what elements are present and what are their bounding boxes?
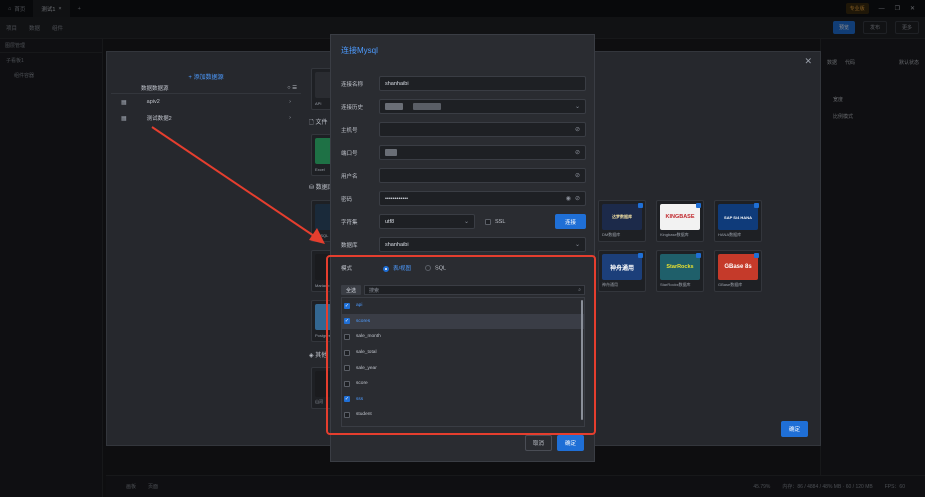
- add-datasource-button[interactable]: + 添加数据源: [111, 72, 301, 82]
- cancel-button[interactable]: 取消: [524, 435, 552, 451]
- annotation-arrow: [151, 126, 325, 244]
- password-value: ••••••••••••: [385, 195, 409, 202]
- field-charset: 字符集 utf8 ⌄ SSL 连接: [341, 214, 586, 229]
- chevron-right-icon: ›: [289, 99, 291, 105]
- host-label: 主机号: [341, 127, 358, 134]
- ssl-checkbox[interactable]: SSL: [485, 218, 506, 225]
- conn-name-input[interactable]: shanhaibi: [379, 76, 586, 91]
- redacted-block: [385, 149, 397, 156]
- search-icon[interactable]: ○ ☰: [287, 85, 297, 91]
- host-input[interactable]: ⊘: [379, 122, 586, 137]
- charset-select[interactable]: utf8 ⌄: [379, 214, 475, 229]
- section-other: ◈ 其他: [309, 353, 328, 359]
- selected-badge: [696, 203, 701, 208]
- field-conn-name: 连接名称 shanhaibi: [341, 76, 586, 91]
- ok-button[interactable]: 确定: [556, 435, 584, 451]
- field-password: 密码 •••••••••••• ◉ ⊘: [341, 191, 586, 206]
- conn-name-label: 连接名称: [341, 81, 364, 88]
- grid-icon: ▦: [121, 99, 127, 106]
- history-select[interactable]: ⌄: [379, 99, 586, 114]
- close-icon[interactable]: ✕: [804, 56, 812, 67]
- connect-button[interactable]: 连接: [554, 214, 586, 229]
- redacted-block: [385, 103, 403, 110]
- database-select[interactable]: shanhaibi ⌄: [379, 237, 586, 252]
- history-label: 连接历史: [341, 104, 364, 111]
- highlight-box: [326, 255, 596, 435]
- password-label: 密码: [341, 196, 353, 203]
- datasource-row[interactable]: ▦ 测试数据2 ›: [111, 110, 301, 126]
- charset-label: 字符集: [341, 219, 358, 226]
- selected-badge: [638, 203, 643, 208]
- dialog-footer: 取消 确定: [524, 435, 584, 451]
- ssl-label: SSL: [495, 218, 506, 225]
- port-input[interactable]: ⊘: [379, 145, 586, 160]
- card-label: Kingbase数据库: [660, 232, 689, 237]
- eye-icon[interactable]: ◉: [566, 195, 571, 202]
- datasource-row-label: 测试数据2: [146, 116, 172, 122]
- redacted-block: [413, 103, 441, 110]
- charset-value: utf8: [385, 218, 395, 225]
- card-label: DM数据库: [602, 232, 621, 237]
- gbase-logo: GBase 8s: [718, 254, 758, 280]
- datasource-header: 数据数据源 ○ ☰: [111, 82, 301, 94]
- selected-badge: [696, 253, 701, 258]
- hana-logo: SAP S/4 HANA: [718, 204, 758, 230]
- database-label: 数据库: [341, 242, 358, 249]
- user-input[interactable]: ⊘: [379, 168, 586, 183]
- card-label: API: [315, 101, 322, 106]
- clear-icon[interactable]: ⊘: [575, 149, 580, 156]
- shenzhou-logo: 神舟通用: [602, 254, 642, 280]
- card-kingbase[interactable]: KINGBASE Kingbase数据库: [656, 200, 704, 242]
- conn-name-value: shanhaibi: [385, 80, 409, 87]
- clear-icon[interactable]: ⊘: [575, 126, 580, 133]
- dm-logo: 达梦数据库: [602, 204, 642, 230]
- password-input[interactable]: •••••••••••• ◉ ⊘: [379, 191, 586, 206]
- card-label: StarRocks数据库: [660, 282, 691, 287]
- clear-icon[interactable]: ⊘: [575, 172, 580, 179]
- field-port: 端口号 ⊘: [341, 145, 586, 160]
- chevron-down-icon: ⌄: [574, 104, 580, 110]
- clear-icon[interactable]: ⊘: [575, 195, 580, 202]
- starrocks-logo: StarRocks: [660, 254, 700, 280]
- field-user: 用户名 ⊘: [341, 168, 586, 183]
- checkbox-icon: [485, 218, 491, 225]
- chevron-down-icon: ⌄: [463, 219, 469, 225]
- datasource-row-label: apiv2: [146, 99, 160, 105]
- card-label: HANA数据库: [718, 232, 742, 237]
- card-gbase[interactable]: GBase 8s GBase数据库: [714, 250, 762, 292]
- card-starrocks[interactable]: StarRocks StarRocks数据库: [656, 250, 704, 292]
- card-shenzhou[interactable]: 神舟通用 神舟通用: [598, 250, 646, 292]
- user-label: 用户名: [341, 173, 358, 180]
- datasource-row[interactable]: ▦ apiv2 ›: [111, 94, 301, 110]
- field-database: 数据库 shanhaibi ⌄: [341, 237, 586, 252]
- card-dm[interactable]: 达梦数据库 DM数据库: [598, 200, 646, 242]
- field-host: 主机号 ⊘: [341, 122, 586, 137]
- grid-icon: ▦: [121, 115, 127, 122]
- database-value: shanhaibi: [385, 241, 409, 248]
- selected-badge: [754, 203, 759, 208]
- datasource-confirm-button[interactable]: 确定: [780, 421, 808, 437]
- card-label: GBase数据库: [718, 282, 743, 287]
- dialog-title: 连接Mysql: [341, 46, 378, 55]
- datasource-header-label: 数据数据源: [141, 85, 169, 92]
- selected-badge: [638, 253, 643, 258]
- kingbase-logo: KINGBASE: [660, 204, 700, 230]
- card-hana[interactable]: SAP S/4 HANA HANA数据库: [714, 200, 762, 242]
- card-label: 神舟通用: [602, 282, 618, 287]
- field-history: 连接历史 ⌄: [341, 99, 586, 114]
- selected-badge: [754, 253, 759, 258]
- chevron-down-icon: ⌄: [574, 242, 580, 248]
- port-label: 端口号: [341, 150, 358, 157]
- chevron-right-icon: ›: [289, 115, 291, 121]
- card-label: 山河: [315, 399, 323, 404]
